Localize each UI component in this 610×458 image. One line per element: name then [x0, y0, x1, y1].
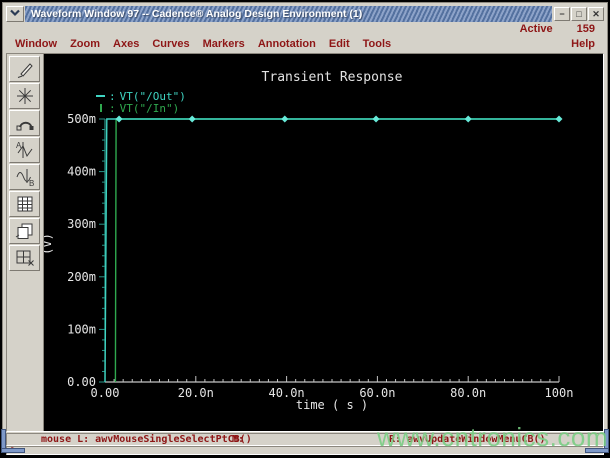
mouse-left-binding: mouse L: awvMouseSingleSelectPtCB() — [41, 434, 252, 445]
y-axis-label: (V) — [44, 233, 54, 255]
watermark: www.cntronics.com — [377, 422, 608, 452]
calculator-icon — [13, 194, 37, 214]
svg-text:400m: 400m — [67, 165, 96, 179]
chevron-down-icon — [9, 5, 21, 23]
resize-handle-bottom-left-h[interactable] — [1, 448, 25, 453]
menu-tools[interactable]: Tools — [363, 38, 392, 52]
cut-window-icon — [13, 248, 37, 268]
window-title: Waveform Window 97 -- Cadence® Analog De… — [31, 8, 363, 20]
probe-trace-button[interactable] — [9, 110, 40, 136]
menu-help[interactable]: Help — [571, 38, 595, 50]
menu-annotation[interactable]: Annotation — [258, 38, 316, 52]
plot-area[interactable]: Transient Response : VT("/Out") : VT("/I… — [44, 54, 603, 431]
title-bar[interactable]: Waveform Window 97 -- Cadence® Analog De… — [6, 6, 604, 22]
pen-tool-button[interactable] — [9, 56, 40, 82]
menu-zoom[interactable]: Zoom — [70, 38, 100, 52]
title-stripe: Waveform Window 97 -- Cadence® Analog De… — [25, 6, 552, 22]
marker-b-icon: B — [13, 167, 37, 187]
starburst-icon — [13, 86, 37, 106]
menu-curves[interactable]: Curves — [152, 38, 189, 52]
svg-text:100m: 100m — [67, 322, 96, 336]
main-area: A B Transient Response: VT("/Out"): VT… — [6, 53, 604, 432]
waveform-window: Waveform Window 97 -- Cadence® Analog De… — [2, 2, 608, 455]
menu-bar: Window Zoom Axes Curves Markers Annotati… — [15, 38, 391, 52]
zoom-fit-button[interactable] — [9, 83, 40, 109]
pen-icon — [13, 59, 37, 79]
window-menu-button[interactable] — [6, 6, 24, 22]
calculator-button[interactable] — [9, 191, 40, 217]
copy-window-icon — [13, 221, 37, 241]
svg-text:200m: 200m — [67, 270, 96, 284]
minimize-button[interactable]: − — [554, 7, 570, 21]
menu-axes[interactable]: Axes — [113, 38, 139, 52]
active-status: Active 159 — [520, 23, 595, 36]
active-label: Active — [519, 23, 553, 35]
active-value: 159 — [576, 23, 595, 35]
menu-edit[interactable]: Edit — [329, 38, 350, 52]
screen: Waveform Window 97 -- Cadence® Analog De… — [0, 0, 610, 458]
maximize-button[interactable]: □ — [571, 7, 587, 21]
cut-window-button[interactable] — [9, 245, 40, 271]
waveform-canvas[interactable]: 0.00100m200m300m400m500m0.00 20.0n 40.0n 60… — [44, 54, 603, 430]
left-toolbar: A B — [7, 54, 44, 431]
svg-text:300m: 300m — [67, 217, 96, 231]
menu-window[interactable]: Window — [15, 38, 57, 52]
copy-window-button[interactable] — [9, 218, 40, 244]
svg-text:B: B — [29, 179, 34, 187]
menu-markers[interactable]: Markers — [203, 38, 245, 52]
mouse-middle-binding: M: — [232, 434, 245, 445]
x-axis-label: time ( s ) — [295, 398, 369, 412]
arc-probe-icon — [13, 113, 37, 133]
marker-b-button[interactable]: B — [9, 164, 40, 190]
marker-a-icon: A — [13, 140, 37, 160]
close-button[interactable]: ✕ — [588, 7, 604, 21]
marker-a-button[interactable]: A — [9, 137, 40, 163]
svg-text:500m: 500m — [67, 112, 96, 126]
